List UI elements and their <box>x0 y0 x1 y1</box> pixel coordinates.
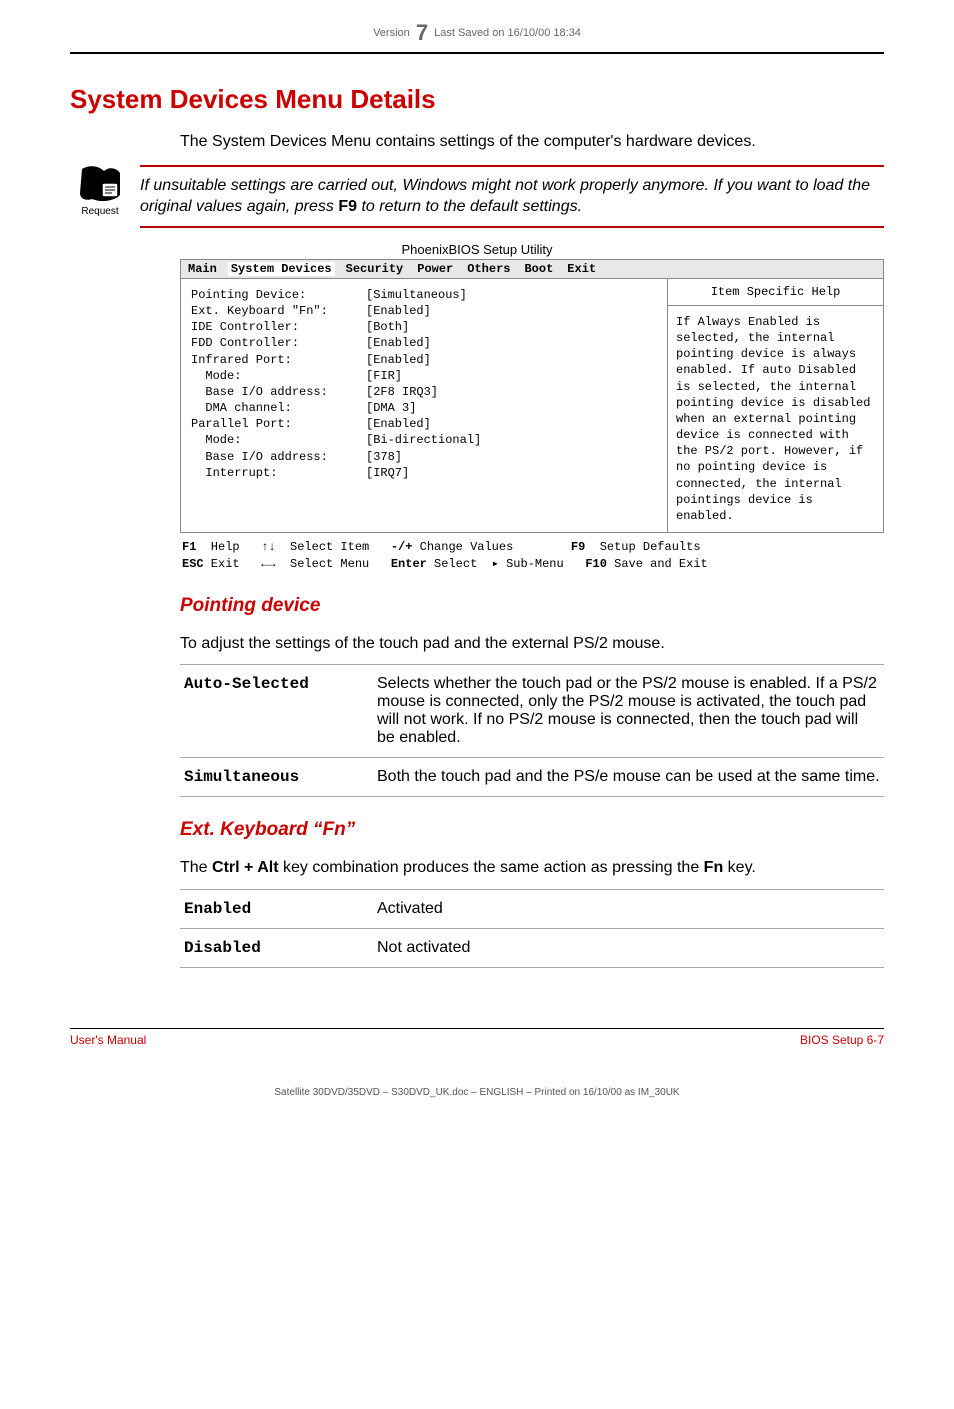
bios-setting-label: Pointing Device: <box>191 287 366 303</box>
section-pointing-desc: To adjust the settings of the touch pad … <box>180 633 884 655</box>
bios-setting-value: [DMA 3] <box>366 400 416 416</box>
bios-tab-power: Power <box>414 262 456 276</box>
bios-setting-value: [Bi-directional] <box>366 432 481 448</box>
param-key: Disabled <box>180 929 373 968</box>
bios-setting-label: Base I/O address: <box>191 449 366 465</box>
version-number: 7 <box>413 20 431 45</box>
page-footer: User's Manual BIOS Setup 6-7 <box>70 1028 884 1047</box>
bios-footer: F1 Help ↑↓ Select Item -/+ Change Values… <box>180 533 884 573</box>
bios-tabs: Main System Devices Security Power Other… <box>180 259 884 279</box>
bios-tab-system-devices: System Devices <box>228 262 335 276</box>
section-pointing-title: Pointing device <box>180 595 884 617</box>
intro-text: The System Devices Menu contains setting… <box>180 131 884 153</box>
bios-setting-row: Parallel Port:[Enabled] <box>191 416 657 432</box>
bios-setting-value: [IRQ7] <box>366 465 409 481</box>
param-key: Simultaneous <box>180 758 373 797</box>
version-pre: Version <box>373 27 410 39</box>
request-text: If unsuitable settings are carried out, … <box>140 165 884 228</box>
version-post: Last Saved on 16/10/00 18:34 <box>434 27 581 39</box>
section-extkb-title: Ext. Keyboard “Fn” <box>180 819 884 841</box>
bios-setting-row: IDE Controller:[Both] <box>191 319 657 335</box>
page-title: System Devices Menu Details <box>70 84 884 115</box>
bios-setting-label: Mode: <box>191 432 366 448</box>
ctrl-alt-keys: Ctrl + Alt <box>212 859 279 876</box>
bios-setting-label: Interrupt: <box>191 465 366 481</box>
print-line: Satellite 30DVD/35DVD – S30DVD_UK.doc – … <box>70 1087 884 1098</box>
bios-setting-label: Mode: <box>191 368 366 384</box>
table-row: Simultaneous Both the touch pad and the … <box>180 758 884 797</box>
txt: key. <box>723 859 756 876</box>
param-key: Enabled <box>180 890 373 929</box>
bios-setting-label: IDE Controller: <box>191 319 366 335</box>
bios-tab-boot: Boot <box>521 262 556 276</box>
table-row: Enabled Activated <box>180 890 884 929</box>
request-icon: Request <box>70 165 130 217</box>
bios-setting-value: [Both] <box>366 319 409 335</box>
fn-key: Fn <box>704 859 724 876</box>
bios-setting-value: [Enabled] <box>366 416 431 432</box>
bios-window: Main System Devices Security Power Other… <box>180 259 884 533</box>
bios-help-body: If Always Enabled is selected, the inter… <box>668 306 883 532</box>
bios-help-header: Item Specific Help <box>668 279 883 306</box>
bios-setting-row: Ext. Keyboard "Fn":[Enabled] <box>191 303 657 319</box>
bios-setting-label: FDD Controller: <box>191 335 366 351</box>
bios-setting-value: [FIR] <box>366 368 402 384</box>
bios-setting-row: Mode:[FIR] <box>191 368 657 384</box>
hand-note-icon <box>78 165 122 203</box>
bios-tab-security: Security <box>343 262 407 276</box>
footer-left: User's Manual <box>70 1033 146 1047</box>
bios-setting-label: DMA channel: <box>191 400 366 416</box>
bios-setting-row: Mode:[Bi-directional] <box>191 432 657 448</box>
request-text-post: to return to the default settings. <box>357 198 582 215</box>
pointing-table: Auto-Selected Selects whether the touch … <box>180 664 884 797</box>
bios-tab-others: Others <box>464 262 513 276</box>
bios-settings-pane: Pointing Device:[Simultaneous]Ext. Keybo… <box>181 279 667 532</box>
request-label: Request <box>70 206 130 217</box>
bios-setting-value: [Enabled] <box>366 303 431 319</box>
bios-setting-label: Ext. Keyboard "Fn": <box>191 303 366 319</box>
txt: The <box>180 859 212 876</box>
table-row: Disabled Not activated <box>180 929 884 968</box>
bios-tab-main: Main <box>185 262 220 276</box>
bios-setting-value: [Enabled] <box>366 335 431 351</box>
bios-setting-row: Pointing Device:[Simultaneous] <box>191 287 657 303</box>
bios-setting-row: Interrupt:[IRQ7] <box>191 465 657 481</box>
param-val: Both the touch pad and the PS/e mouse ca… <box>373 758 884 797</box>
bios-setting-label: Base I/O address: <box>191 384 366 400</box>
param-key: Auto-Selected <box>180 665 373 758</box>
param-val: Activated <box>373 890 884 929</box>
bios-setting-value: [Simultaneous] <box>366 287 467 303</box>
param-val: Not activated <box>373 929 884 968</box>
bios-setting-row: Infrared Port:[Enabled] <box>191 352 657 368</box>
bios-setting-label: Infrared Port: <box>191 352 366 368</box>
version-header: Version 7 Last Saved on 16/10/00 18:34 <box>70 20 884 46</box>
bios-setting-row: Base I/O address:[378] <box>191 449 657 465</box>
txt: key combination produces the same action… <box>279 859 704 876</box>
bios-setting-value: [378] <box>366 449 402 465</box>
bios-setting-row: DMA channel:[DMA 3] <box>191 400 657 416</box>
request-callout: Request If unsuitable settings are carri… <box>70 165 884 228</box>
print-line-text: Satellite 30DVD/35DVD – S30DVD_UK.doc – … <box>274 1087 679 1098</box>
bios-setting-value: [Enabled] <box>366 352 431 368</box>
bios-caption: PhoenixBIOS Setup Utility <box>70 242 884 257</box>
bios-help-pane: Item Specific Help If Always Enabled is … <box>667 279 883 532</box>
section-extkb-desc: The Ctrl + Alt key combination produces … <box>180 857 884 879</box>
bios-setting-label: Parallel Port: <box>191 416 366 432</box>
bios-setting-value: [2F8 IRQ3] <box>366 384 438 400</box>
table-row: Auto-Selected Selects whether the touch … <box>180 665 884 758</box>
request-f9: F9 <box>338 198 357 215</box>
footer-right: BIOS Setup 6-7 <box>800 1033 884 1047</box>
header-rule <box>70 52 884 54</box>
bios-setting-row: Base I/O address:[2F8 IRQ3] <box>191 384 657 400</box>
extkb-table: Enabled Activated Disabled Not activated <box>180 889 884 968</box>
param-val: Selects whether the touch pad or the PS/… <box>373 665 884 758</box>
bios-tab-exit: Exit <box>564 262 599 276</box>
bios-setting-row: FDD Controller:[Enabled] <box>191 335 657 351</box>
